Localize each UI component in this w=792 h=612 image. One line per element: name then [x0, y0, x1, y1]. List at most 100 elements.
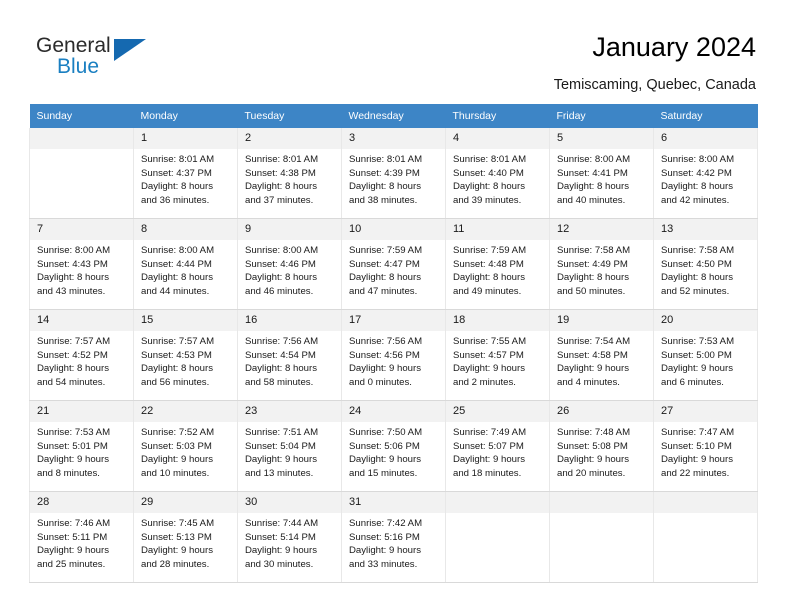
day-number: 30 [238, 492, 341, 513]
calendar-day-cell[interactable]: 27 Sunrise: 7:47 AM Sunset: 5:10 PM Dayligh… [653, 400, 758, 492]
day-cell-inner: 10 Sunrise: 7:59 AM Sunset: 4:47 PM Dayligh… [342, 219, 445, 309]
day-cell-inner: 16 Sunrise: 7:56 AM Sunset: 4:54 PM Dayligh… [238, 310, 341, 400]
sunrise-text: Sunrise: 7:59 AM [453, 245, 527, 256]
daylight-text: Daylight: 9 hours [349, 545, 421, 557]
calendar-day-cell[interactable]: 2 Sunrise: 8:01 AM Sunset: 4:38 PM Daylight… [237, 128, 342, 219]
day-details: Sunrise: 7:47 AM Sunset: 5:10 PM Daylight:… [654, 422, 757, 480]
day-cell-inner: 15 Sunrise: 7:57 AM Sunset: 4:53 PM Dayligh… [134, 310, 237, 400]
day-details [30, 149, 133, 153]
daylight-text: Daylight: 8 hours [141, 181, 213, 193]
calendar-day-cell[interactable]: 17 Sunrise: 7:56 AM Sunset: 4:56 PM Dayligh… [341, 309, 446, 401]
calendar-day-cell[interactable]: 1 Sunrise: 8:01 AM Sunset: 4:37 PM Daylight… [133, 128, 238, 219]
daylight-text: Daylight: 9 hours [37, 454, 109, 466]
month-calendar: Sunday Monday Tuesday Wednesday Thursday… [29, 104, 758, 583]
calendar-day-cell[interactable]: 28 Sunrise: 7:46 AM Sunset: 5:11 PM Dayligh… [29, 491, 134, 583]
calendar-day-cell[interactable]: 8 Sunrise: 8:00 AM Sunset: 4:44 PM Daylight… [133, 218, 238, 310]
day-details: Sunrise: 7:57 AM Sunset: 4:53 PM Daylight:… [134, 331, 237, 389]
day-cell-inner: 22 Sunrise: 7:52 AM Sunset: 5:03 PM Dayligh… [134, 401, 237, 491]
day-number: 10 [342, 219, 445, 240]
calendar-day-cell[interactable]: 13 Sunrise: 7:58 AM Sunset: 4:50 PM Dayligh… [653, 218, 758, 310]
calendar-day-cell[interactable]: 18 Sunrise: 7:55 AM Sunset: 4:57 PM Dayligh… [445, 309, 550, 401]
sunrise-text: Sunrise: 7:57 AM [37, 336, 111, 347]
sunrise-text: Sunrise: 7:51 AM [245, 427, 319, 438]
calendar-day-cell[interactable]: 15 Sunrise: 7:57 AM Sunset: 4:53 PM Dayligh… [133, 309, 238, 401]
daylight-minutes-text: and 38 minutes. [349, 194, 418, 206]
sunrise-text: Sunrise: 7:53 AM [37, 427, 111, 438]
daylight-text: Daylight: 9 hours [245, 454, 317, 466]
daylight-text: Daylight: 8 hours [349, 272, 421, 284]
calendar-day-cell[interactable]: 4 Sunrise: 8:01 AM Sunset: 4:40 PM Daylight… [445, 128, 550, 219]
day-details: Sunrise: 7:56 AM Sunset: 4:54 PM Daylight:… [238, 331, 341, 389]
day-cell-inner: 26 Sunrise: 7:48 AM Sunset: 5:08 PM Dayligh… [550, 401, 653, 491]
calendar-day-cell[interactable]: 23 Sunrise: 7:51 AM Sunset: 5:04 PM Dayligh… [237, 400, 342, 492]
day-details [550, 513, 653, 517]
calendar-day-cell[interactable]: 19 Sunrise: 7:54 AM Sunset: 4:58 PM Dayligh… [549, 309, 654, 401]
day-cell-inner: 27 Sunrise: 7:47 AM Sunset: 5:10 PM Dayligh… [654, 401, 757, 491]
calendar-day-cell-empty [549, 491, 654, 583]
daylight-minutes-text: and 39 minutes. [453, 194, 522, 206]
calendar-day-cell[interactable]: 31 Sunrise: 7:42 AM Sunset: 5:16 PM Dayligh… [341, 491, 446, 583]
day-details: Sunrise: 7:48 AM Sunset: 5:08 PM Daylight:… [550, 422, 653, 480]
day-number: 25 [446, 401, 549, 422]
daylight-minutes-text: and 33 minutes. [349, 558, 418, 570]
sunset-text: Sunset: 4:38 PM [245, 167, 316, 179]
daylight-minutes-text: and 18 minutes. [453, 467, 522, 479]
daylight-minutes-text: and 22 minutes. [661, 467, 730, 479]
calendar-day-cell[interactable]: 12 Sunrise: 7:58 AM Sunset: 4:49 PM Dayligh… [549, 218, 654, 310]
calendar-day-cell-empty [445, 491, 550, 583]
calendar-day-cell[interactable]: 3 Sunrise: 8:01 AM Sunset: 4:39 PM Daylight… [341, 128, 446, 219]
calendar-day-cell[interactable]: 26 Sunrise: 7:48 AM Sunset: 5:08 PM Dayligh… [549, 400, 654, 492]
calendar-day-cell[interactable]: 14 Sunrise: 7:57 AM Sunset: 4:52 PM Dayligh… [29, 309, 134, 401]
calendar-day-cell[interactable]: 16 Sunrise: 7:56 AM Sunset: 4:54 PM Dayligh… [237, 309, 342, 401]
day-cell-inner [30, 128, 133, 218]
daylight-text: Daylight: 8 hours [557, 272, 629, 284]
calendar-day-cell[interactable]: 24 Sunrise: 7:50 AM Sunset: 5:06 PM Dayligh… [341, 400, 446, 492]
day-number: 9 [238, 219, 341, 240]
day-details: Sunrise: 8:01 AM Sunset: 4:40 PM Daylight:… [446, 149, 549, 207]
general-blue-logo[interactable]: General Blue [36, 34, 156, 84]
day-number: 15 [134, 310, 237, 331]
day-cell-inner [654, 492, 757, 582]
day-number: 23 [238, 401, 341, 422]
sunset-text: Sunset: 5:04 PM [245, 440, 316, 452]
daylight-text: Daylight: 8 hours [141, 272, 213, 284]
sunset-text: Sunset: 4:57 PM [453, 349, 524, 361]
daylight-text: Daylight: 8 hours [245, 272, 317, 284]
sunrise-text: Sunrise: 7:45 AM [141, 518, 215, 529]
day-details: Sunrise: 7:54 AM Sunset: 4:58 PM Daylight:… [550, 331, 653, 389]
daylight-text: Daylight: 9 hours [453, 363, 525, 375]
calendar-day-cell[interactable]: 22 Sunrise: 7:52 AM Sunset: 5:03 PM Dayligh… [133, 400, 238, 492]
calendar-day-cell[interactable]: 7 Sunrise: 8:00 AM Sunset: 4:43 PM Daylight… [29, 218, 134, 310]
day-details: Sunrise: 8:00 AM Sunset: 4:42 PM Daylight:… [654, 149, 757, 207]
day-details: Sunrise: 8:01 AM Sunset: 4:39 PM Daylight:… [342, 149, 445, 207]
day-details: Sunrise: 7:46 AM Sunset: 5:11 PM Daylight:… [30, 513, 133, 571]
calendar-day-cell[interactable]: 20 Sunrise: 7:53 AM Sunset: 5:00 PM Dayligh… [653, 309, 758, 401]
sunrise-text: Sunrise: 8:00 AM [141, 245, 215, 256]
calendar-day-cell[interactable]: 5 Sunrise: 8:00 AM Sunset: 4:41 PM Daylight… [549, 128, 654, 219]
day-details: Sunrise: 7:49 AM Sunset: 5:07 PM Daylight:… [446, 422, 549, 480]
calendar-day-cell[interactable]: 25 Sunrise: 7:49 AM Sunset: 5:07 PM Dayligh… [445, 400, 550, 492]
calendar-day-cell[interactable]: 30 Sunrise: 7:44 AM Sunset: 5:14 PM Dayligh… [237, 491, 342, 583]
sunset-text: Sunset: 5:03 PM [141, 440, 212, 452]
daylight-minutes-text: and 13 minutes. [245, 467, 314, 479]
day-cell-inner: 8 Sunrise: 8:00 AM Sunset: 4:44 PM Daylight… [134, 219, 237, 309]
calendar-day-cell[interactable]: 9 Sunrise: 8:00 AM Sunset: 4:46 PM Daylight… [237, 218, 342, 310]
day-details: Sunrise: 8:00 AM Sunset: 4:44 PM Daylight:… [134, 240, 237, 298]
day-details: Sunrise: 7:50 AM Sunset: 5:06 PM Daylight:… [342, 422, 445, 480]
calendar-day-cell[interactable]: 29 Sunrise: 7:45 AM Sunset: 5:13 PM Dayligh… [133, 491, 238, 583]
calendar-page: General Blue January 2024 Temiscaming, Q… [0, 0, 792, 612]
calendar-day-cell[interactable]: 11 Sunrise: 7:59 AM Sunset: 4:48 PM Dayligh… [445, 218, 550, 310]
calendar-day-cell[interactable]: 21 Sunrise: 7:53 AM Sunset: 5:01 PM Dayligh… [29, 400, 134, 492]
calendar-day-cell[interactable]: 6 Sunrise: 8:00 AM Sunset: 4:42 PM Daylight… [653, 128, 758, 219]
day-number: 11 [446, 219, 549, 240]
sunset-text: Sunset: 5:11 PM [37, 531, 108, 543]
day-number: 22 [134, 401, 237, 422]
daylight-text: Daylight: 8 hours [349, 181, 421, 193]
sunrise-text: Sunrise: 7:59 AM [349, 245, 423, 256]
sunrise-text: Sunrise: 8:00 AM [37, 245, 111, 256]
calendar-day-cell[interactable]: 10 Sunrise: 7:59 AM Sunset: 4:47 PM Dayligh… [341, 218, 446, 310]
sunrise-text: Sunrise: 8:01 AM [349, 154, 423, 165]
sunrise-text: Sunrise: 8:01 AM [245, 154, 319, 165]
day-cell-inner: 7 Sunrise: 8:00 AM Sunset: 4:43 PM Daylight… [30, 219, 133, 309]
daylight-text: Daylight: 8 hours [661, 181, 733, 193]
